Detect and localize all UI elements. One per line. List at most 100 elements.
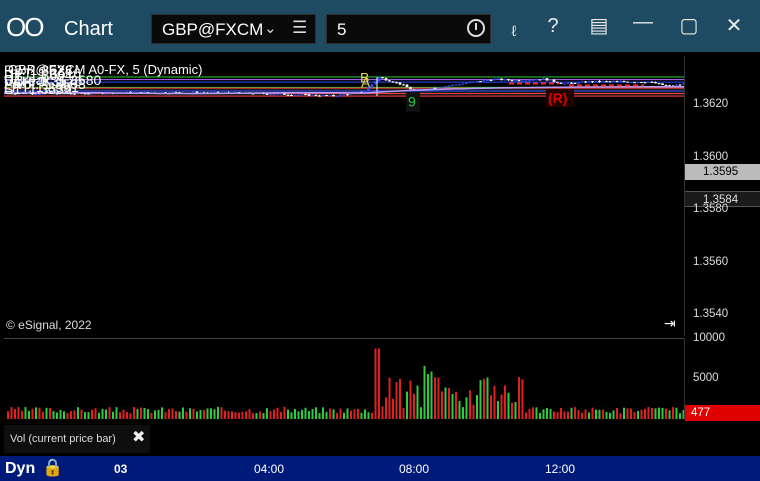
candle-body [605, 81, 608, 83]
volume-bar [437, 377, 440, 419]
volume-bar [59, 409, 62, 419]
volume-bar [224, 410, 226, 419]
volume-bar [567, 411, 569, 419]
volume-bar [287, 409, 289, 419]
candle-body [444, 86, 447, 88]
volume-bar [259, 411, 261, 419]
volume-bar [154, 410, 156, 419]
candle-body [563, 83, 566, 85]
volume-bar [42, 411, 44, 419]
draw-tool-icon[interactable]: ℓ [502, 20, 526, 44]
volume-bar [511, 402, 513, 419]
symbol-input[interactable]: GBP@FXCM ⌄ ☰ [151, 14, 316, 44]
volume-bar [430, 371, 433, 419]
volume-bar [105, 409, 107, 419]
volume-bar [504, 385, 506, 419]
volume-bar [661, 407, 664, 419]
candle-body [678, 84, 682, 86]
price-axis[interactable]: 1.3620 1.3600 1.3595 1.3584 1.3580 1.356… [684, 56, 760, 336]
volume-chart[interactable] [4, 339, 685, 421]
volume-bar [616, 407, 618, 419]
annotation-r: (R) [548, 90, 567, 106]
lock-icon[interactable]: 🔒 [42, 458, 63, 478]
volume-bar [245, 411, 247, 419]
candle-body [363, 90, 367, 93]
volume-bar [199, 410, 202, 419]
candle-body [608, 81, 612, 83]
title-bar: OO Chart GBP@FXCM ⌄ ☰ 5 ℓ ? ▤ — ▢ ✕ [0, 0, 760, 52]
volume-bar [654, 408, 657, 419]
candle-body [587, 81, 591, 83]
volume-bar [7, 411, 9, 419]
volume-bar [45, 407, 48, 419]
volume-bar [549, 408, 552, 419]
time-label: 04:00 [254, 462, 285, 476]
volume-bar [381, 406, 384, 419]
clock-icon[interactable] [467, 19, 485, 37]
volume-bar [539, 412, 541, 419]
volume-bar [241, 411, 244, 419]
volume-pane[interactable] [4, 338, 685, 421]
volume-bar [10, 407, 13, 419]
volume-bar [269, 411, 272, 419]
volume-bar [329, 408, 331, 419]
volume-bar [360, 412, 363, 419]
candle-body [629, 82, 633, 84]
symbol-value: GBP@FXCM [162, 20, 264, 39]
candle-body [370, 84, 374, 88]
maximize-icon[interactable]: ▢ [677, 14, 701, 38]
volume-bar [24, 407, 27, 419]
volume-bar [581, 412, 583, 419]
volume-bar [514, 402, 517, 419]
volume-bar [311, 408, 314, 419]
time-axis[interactable]: Dyn 🔒 03 04:00 08:00 12:00 [0, 456, 760, 481]
volume-bar [315, 407, 317, 419]
list-menu-icon[interactable]: ☰ [292, 18, 307, 38]
close-icon[interactable]: ✕ [722, 14, 746, 38]
candle-body [272, 94, 276, 96]
candle-body [314, 94, 318, 96]
volume-bar [528, 408, 531, 419]
volume-bar [476, 395, 478, 419]
minimize-icon[interactable]: — [631, 10, 655, 34]
volume-bar [77, 407, 79, 419]
candle-body [661, 83, 664, 85]
candle-body [307, 94, 311, 96]
candle-body [311, 94, 314, 96]
volume-bar [493, 385, 496, 419]
candle-body [528, 80, 531, 82]
candle-body [577, 82, 580, 84]
candle-body [521, 80, 524, 82]
last-volume-tag: 477 [685, 405, 760, 421]
volume-bar [290, 412, 293, 419]
volume-bar [630, 408, 632, 419]
candle-body [377, 77, 381, 82]
help-icon[interactable]: ? [541, 14, 565, 38]
dynamic-mode-label[interactable]: Dyn [5, 460, 35, 478]
volume-bar [644, 408, 646, 419]
window-title: Chart [64, 18, 113, 40]
page-settings-icon[interactable]: ▤ [587, 14, 611, 38]
price-tick: 1.3560 [693, 256, 729, 268]
price-chart[interactable]: BA(R)9⇥ [4, 56, 684, 338]
volume-bar [35, 407, 37, 419]
candle-body [594, 80, 598, 83]
volume-bar [210, 408, 212, 419]
candle-body [192, 91, 195, 93]
price-pane[interactable]: B A (R) 9 ⇥ [4, 56, 684, 338]
volume-bar [325, 411, 328, 419]
volume-bar [385, 397, 387, 419]
interval-input[interactable]: 5 [326, 14, 491, 44]
volume-bar [640, 409, 643, 419]
candle-body [458, 84, 461, 86]
volume-bar [322, 407, 324, 419]
volume-study-label[interactable]: Vol (current price bar) ✖ [4, 425, 150, 453]
close-icon[interactable]: ✖ [132, 427, 145, 447]
chevron-down-icon[interactable]: ⌄ [264, 19, 277, 37]
volume-bar [518, 377, 520, 419]
volume-axis[interactable]: 10000 5000 477 [684, 332, 760, 421]
volume-bar [38, 407, 41, 419]
scroll-to-end-icon[interactable]: ⇥ [664, 316, 676, 332]
volume-bar [521, 379, 524, 419]
candle-body [675, 84, 678, 86]
